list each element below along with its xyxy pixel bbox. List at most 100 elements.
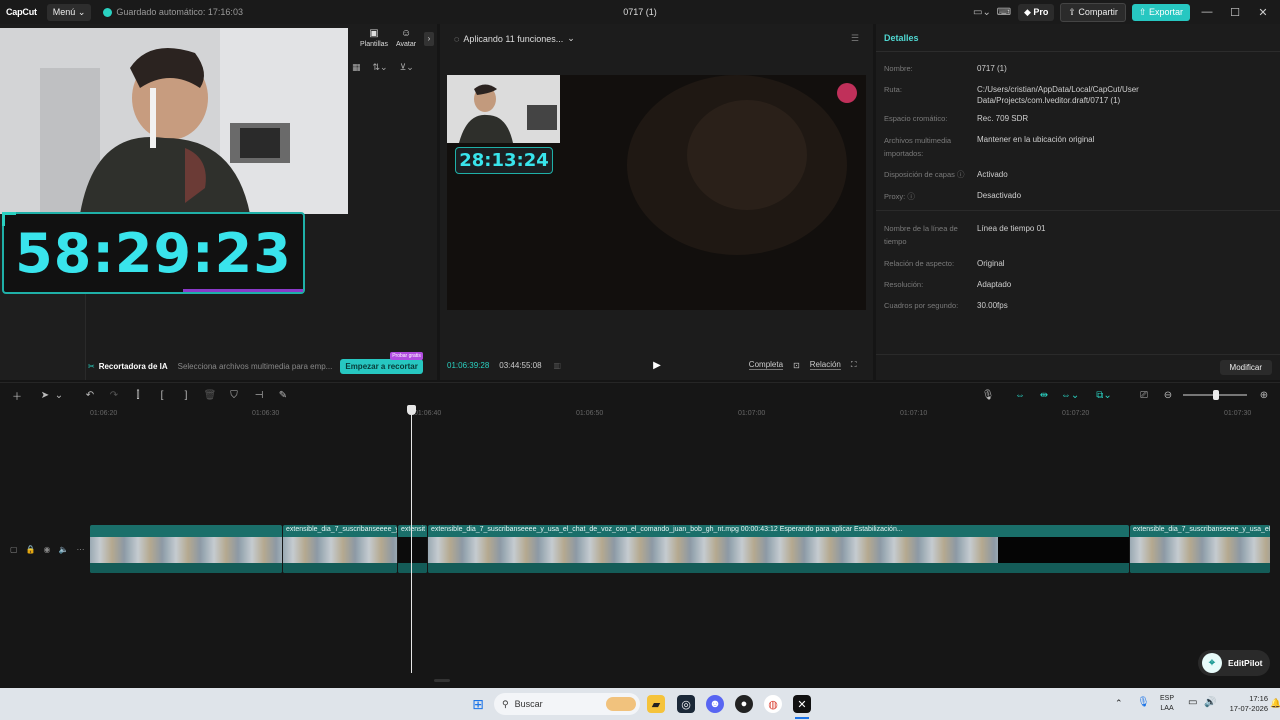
network-icon[interactable]: ▭: [1188, 697, 1197, 708]
track-cover-icon[interactable]: ▢: [10, 545, 18, 554]
microphone-icon[interactable]: 🎙: [981, 388, 995, 402]
notifications-icon[interactable]: 🔔: [1270, 698, 1280, 709]
taskbar-search[interactable]: ⚲ Buscar: [494, 693, 640, 715]
subtitle-icon[interactable]: ⎚: [1137, 388, 1151, 402]
video-clip[interactable]: extensible_dia_7_suscribanseeee_y_usa: [283, 525, 397, 573]
detail-label: Espacio cromático:: [884, 114, 948, 123]
fullscreen-icon[interactable]: ⛶: [851, 360, 857, 370]
eye-icon[interactable]: ◉: [44, 545, 51, 554]
steam-icon[interactable]: ◎: [677, 695, 695, 713]
chevron-down-icon[interactable]: ⌄: [52, 388, 66, 402]
windows-start-icon[interactable]: ⊞: [469, 695, 487, 713]
tab-avatar[interactable]: ☺ Avatar: [396, 28, 416, 48]
volume-tray-icon[interactable]: 🔊: [1204, 697, 1216, 708]
share-button[interactable]: ⇪ Compartir: [1060, 2, 1126, 22]
select-tool-icon[interactable]: ➤: [38, 388, 52, 402]
video-clip[interactable]: [90, 525, 282, 573]
detail-value: Activado: [977, 170, 1008, 179]
detail-label: Resolución:: [884, 280, 924, 289]
sort-icon[interactable]: ⇅⌄: [373, 62, 388, 73]
magnet-icon[interactable]: ⇹: [1037, 388, 1051, 402]
aspect-ratio-button[interactable]: Relación: [809, 360, 841, 370]
microphone-tray-icon[interactable]: 🎙: [1137, 697, 1150, 708]
menu-button[interactable]: Menú ⌄: [46, 3, 92, 21]
editpilot-button[interactable]: ⌖ EditPilot: [1198, 650, 1270, 676]
filter-icon[interactable]: ⊻⌄: [400, 62, 414, 73]
maximize-icon[interactable]: ☐: [1224, 6, 1246, 19]
tray-expand-icon[interactable]: ⌃: [1115, 698, 1123, 709]
start-cutting-button[interactable]: Empezar a recortar Probar gratis: [340, 351, 423, 374]
ruler-tick: 01:06:20: [90, 410, 118, 417]
capcut-taskbar-icon[interactable]: ✕: [793, 695, 811, 713]
modify-button[interactable]: Modificar: [1219, 360, 1272, 375]
obs-icon[interactable]: ●: [735, 695, 753, 713]
clock[interactable]: 17:16 17-07-2026: [1220, 694, 1268, 714]
lock-icon[interactable]: 🔒: [26, 545, 36, 554]
pro-button[interactable]: ◆ Pro: [1017, 3, 1055, 21]
clip-label: extensible_dia_7_suscribanseeee_y_usa_el…: [1133, 526, 1270, 533]
video-preview[interactable]: 28:13:24: [447, 75, 866, 310]
info-icon[interactable]: ⓘ: [957, 170, 965, 179]
waveform-icon[interactable]: ▥: [554, 361, 562, 370]
layout-icon[interactable]: ▭⌄: [973, 5, 991, 19]
detail-label: Archivos multimedia importados:: [884, 136, 952, 158]
language-indicator[interactable]: ESP LAA: [1160, 694, 1174, 714]
minimize-icon[interactable]: —: [1196, 6, 1218, 18]
playhead[interactable]: [411, 405, 412, 673]
split-icon[interactable]: ⫿: [131, 388, 145, 402]
tabs-next-icon[interactable]: ›: [424, 32, 434, 46]
ruler-tick: 01:07:10: [900, 410, 928, 417]
more-icon[interactable]: ⋯: [76, 545, 84, 554]
player-menu-icon[interactable]: ☰: [851, 33, 859, 44]
discord-icon[interactable]: ☻: [706, 695, 724, 713]
file-explorer-icon[interactable]: ▰: [647, 695, 665, 713]
link-clips-icon[interactable]: ⇔: [1013, 388, 1027, 402]
close-icon[interactable]: ✕: [1252, 6, 1274, 19]
undo-icon[interactable]: ↶: [83, 388, 97, 402]
grid-view-icon[interactable]: ▦: [352, 62, 361, 73]
detail-label: Nombre:: [884, 64, 913, 73]
language-code: ESP: [1160, 695, 1175, 702]
freeze-icon[interactable]: ⊣: [252, 388, 266, 402]
play-icon[interactable]: ▶: [653, 360, 661, 371]
tab-templates[interactable]: ▣ Plantillas: [360, 28, 388, 48]
screenshot-icon[interactable]: ⊡: [793, 361, 800, 370]
trim-right-icon[interactable]: ]: [179, 388, 193, 402]
export-button[interactable]: ⇧ Exportar: [1131, 3, 1190, 21]
video-track: extensible_dia_7_suscribanseeee_y_usa ex…: [90, 525, 1270, 573]
zoom-out-icon[interactable]: ⊖: [1161, 388, 1175, 402]
full-quality-button[interactable]: Completa: [748, 360, 784, 370]
autosave-status: Guardado automático: 17:16:03: [103, 7, 243, 17]
marker-icon[interactable]: ⛉: [227, 388, 241, 402]
preview-axis-icon[interactable]: ⧉⌄: [1096, 388, 1112, 402]
webcam-overlay: [0, 28, 348, 214]
keyboard-icon[interactable]: ⌨: [996, 5, 1012, 19]
clip-black-segment: [998, 537, 1129, 563]
zoom-in-icon[interactable]: ⊕: [1257, 388, 1271, 402]
video-clip[interactable]: extensible_dia_7_suscribanseeee_y_usa_el…: [1130, 525, 1270, 573]
snap-icon[interactable]: ⇔⌄: [1061, 388, 1079, 402]
clip-thumbnails: [90, 537, 282, 563]
chevron-down-icon[interactable]: ⌄: [567, 33, 575, 44]
ai-cutter-description: Selecciona archivos multimedia para emp.…: [177, 361, 333, 371]
details-panel: Detalles Nombre: 0717 (1) Ruta: C:/Users…: [876, 24, 1280, 380]
video-clip[interactable]: extensible_dia_7_suscribanseeee_y_usa_el…: [428, 525, 1129, 573]
clip-label: extensible_dia_7_suscribanseeee_y_usa_el…: [431, 526, 903, 533]
zoom-slider-handle[interactable]: [1213, 390, 1219, 400]
details-divider: [876, 354, 1280, 355]
info-icon[interactable]: ⓘ: [907, 192, 915, 201]
trim-left-icon[interactable]: [: [155, 388, 169, 402]
panel-resize-handle[interactable]: [434, 679, 450, 682]
magic-edit-icon[interactable]: ✎: [276, 388, 290, 402]
chrome-icon[interactable]: ◍: [764, 695, 782, 713]
volume-icon[interactable]: 🔈: [59, 545, 69, 554]
player-controls: 01:06:39:28 03:44:55:08 ▥ ▶ Completa ⊡ R…: [447, 358, 873, 372]
time-ruler[interactable]: 01:06:20 01:06:30 01:06:40 01:06:50 01:0…: [90, 407, 1280, 421]
redo-icon[interactable]: ↷: [107, 388, 121, 402]
delete-icon[interactable]: 🗑: [203, 388, 217, 402]
details-divider: [876, 51, 1280, 52]
detail-value: 30.00fps: [977, 301, 1008, 310]
add-track-icon[interactable]: ＋: [10, 388, 24, 403]
video-clip[interactable]: extensit: [398, 525, 427, 573]
crosshair-icon: ⌖: [1202, 653, 1222, 673]
